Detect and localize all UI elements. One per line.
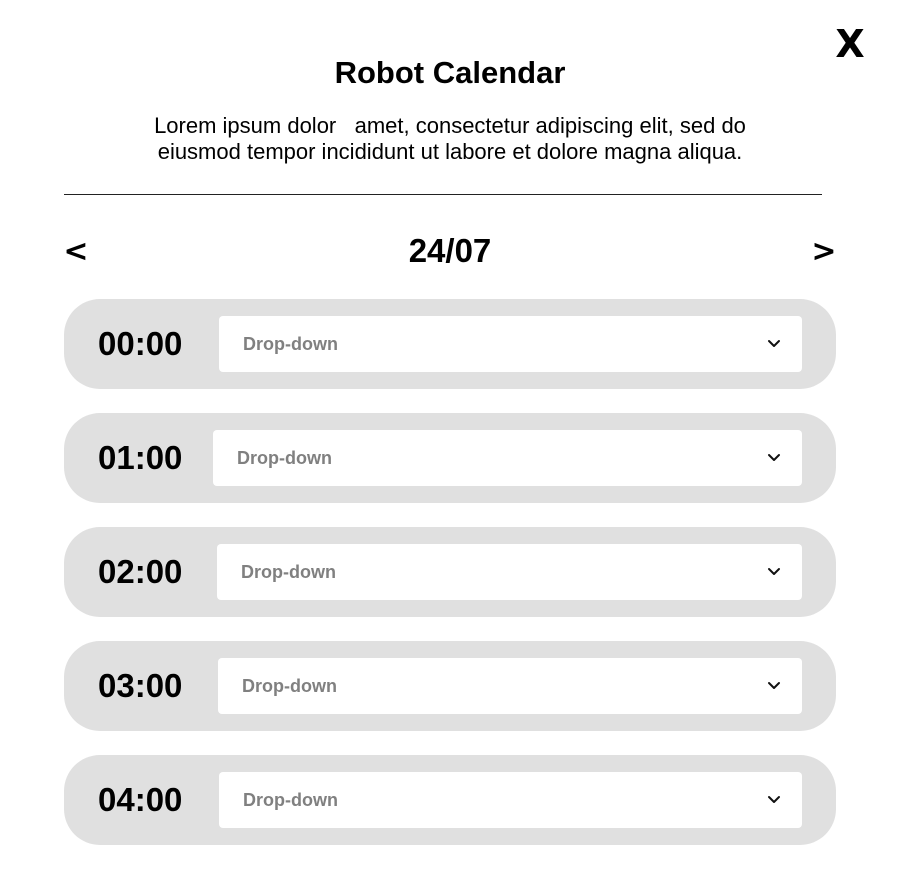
next-day-button[interactable]: >	[810, 232, 838, 272]
chevron-down-icon	[768, 568, 780, 575]
page-title: Robot Calendar	[334, 55, 566, 90]
slot-time: 02:00	[98, 553, 183, 590]
slot-dropdown[interactable]: Drop-down	[218, 658, 802, 714]
slot-dropdown[interactable]: Drop-down	[213, 430, 802, 486]
time-slot: 04:00 Drop-down	[64, 755, 836, 845]
previous-day-button[interactable]: <	[62, 232, 90, 272]
slot-time: 00:00	[98, 325, 183, 362]
time-slot: 02:00 Drop-down	[64, 527, 836, 617]
slot-dropdown[interactable]: Drop-down	[219, 772, 802, 828]
time-slot: 00:00 Drop-down	[64, 299, 836, 389]
description-text: Lorem ipsum dolor amet, consectetur adip…	[154, 113, 746, 164]
robot-calendar-dialog: X Robot Calendar Lorem ipsum dolor amet,…	[0, 0, 900, 869]
time-slot: 03:00 Drop-down	[64, 641, 836, 731]
slot-dropdown[interactable]: Drop-down	[217, 544, 802, 600]
dropdown-value: Drop-down	[241, 562, 336, 582]
dropdown-value: Drop-down	[237, 448, 332, 468]
slot-time: 04:00	[98, 781, 183, 818]
divider	[64, 194, 822, 195]
time-slot: 01:00 Drop-down	[64, 413, 836, 503]
time-slot-list: 00:00 Drop-down 01:00 Drop-down 02:00 Dr…	[64, 299, 836, 869]
dropdown-value: Drop-down	[243, 790, 338, 810]
chevron-down-icon	[768, 340, 780, 347]
dropdown-value: Drop-down	[243, 334, 338, 354]
dropdown-value: Drop-down	[242, 676, 337, 696]
chevron-down-icon	[768, 454, 780, 461]
current-date: 24/07	[408, 232, 492, 269]
slot-time: 01:00	[98, 439, 183, 476]
slot-dropdown[interactable]: Drop-down	[219, 316, 802, 372]
slot-time: 03:00	[98, 667, 183, 704]
chevron-down-icon	[768, 796, 780, 803]
chevron-down-icon	[768, 682, 780, 689]
